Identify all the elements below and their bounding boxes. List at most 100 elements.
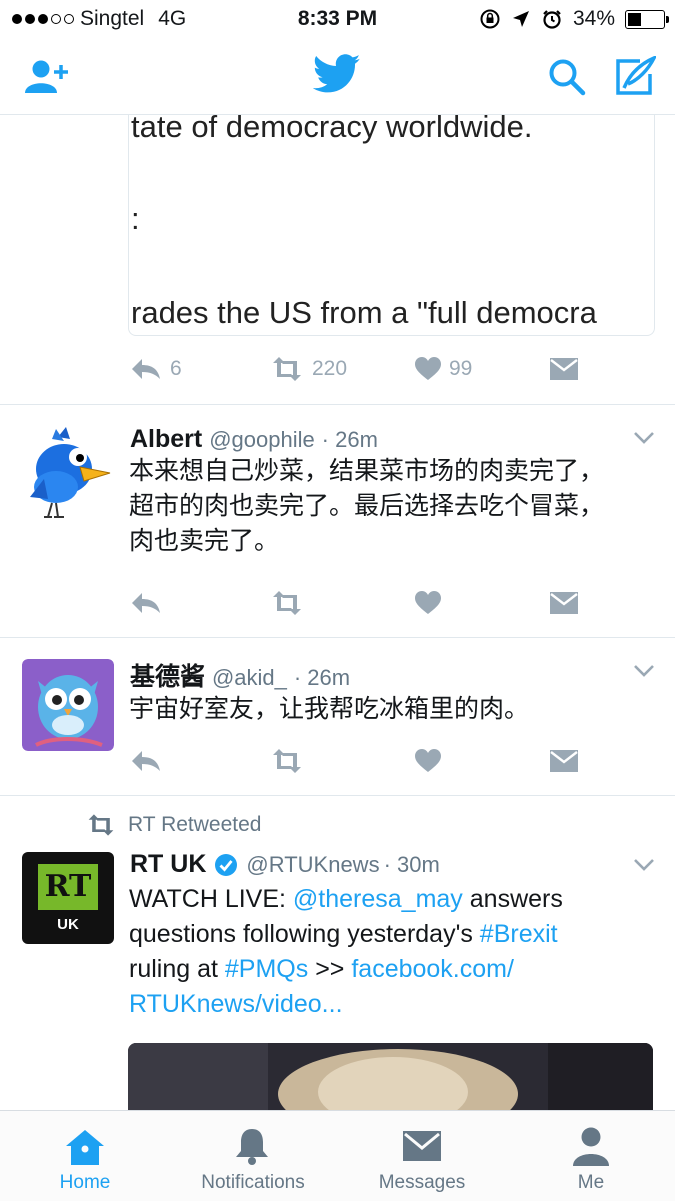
- tab-home[interactable]: Home: [0, 1111, 170, 1201]
- embedded-text-line: rades the US from a "full democra: [131, 295, 597, 330]
- reply-icon: [132, 593, 160, 613]
- retweet-icon: [273, 357, 301, 381]
- tab-label: Me: [577, 1172, 605, 1193]
- battery-percent: 34%: [572, 7, 615, 30]
- author-handle[interactable]: @RTUKnews: [246, 852, 379, 878]
- tab-me[interactable]: Me: [506, 1111, 675, 1201]
- envelope-icon: [550, 358, 578, 380]
- divider: [0, 795, 675, 796]
- like-count: 99: [449, 357, 473, 380]
- tweet-text-line: 超市的肉也卖完了。最后选择去吃个冒菜，: [129, 492, 605, 520]
- author-name[interactable]: Albert: [130, 425, 202, 453]
- tweet-header: 基德酱 @akid_ · 26m: [130, 657, 350, 693]
- tweet-text: 本来想自己炒菜，结果菜市场的肉卖完了， 超市的肉也卖完了。最后选择去吃个冒菜， …: [129, 454, 649, 559]
- chevron-down-icon[interactable]: [633, 431, 655, 445]
- top-nav-bar: [0, 38, 675, 115]
- tab-label: Home: [59, 1172, 111, 1193]
- status-bar: Singtel 4G 8:33 PM 34%: [0, 0, 675, 38]
- tweet-text-span: answers: [462, 885, 563, 913]
- retweet-button[interactable]: 220: [270, 357, 415, 381]
- divider: [0, 404, 675, 405]
- media-image[interactable]: [128, 1043, 653, 1111]
- compose-icon[interactable]: [614, 56, 656, 96]
- tweet-actions: [130, 749, 578, 773]
- status-right: 34%: [479, 7, 669, 31]
- tweet-text-line: 本来想自己炒菜，结果菜市场的肉卖完了，: [129, 457, 605, 485]
- bottom-tab-bar: Home Notifications Messages Me: [0, 1110, 675, 1201]
- embedded-image-card[interactable]: tate of democracy worldwide. : rades the…: [128, 115, 655, 336]
- tweet-time: · 26m: [293, 665, 351, 690]
- rt-logo: RT: [38, 864, 98, 910]
- home-icon: [66, 1130, 104, 1165]
- tweet-header: Albert @goophile · 26m: [130, 425, 378, 454]
- tweet-text: WATCH LIVE: @theresa_may answers questio…: [129, 882, 649, 1022]
- tweet-header: RT UK @RTUKnews · 30m: [130, 850, 440, 879]
- heart-icon: [415, 591, 441, 614]
- like-button[interactable]: [415, 749, 550, 773]
- verified-badge-icon: [215, 853, 238, 876]
- hashtag-link[interactable]: #Brexit: [480, 920, 558, 948]
- retweet-context: RT Retweeted: [86, 813, 261, 837]
- tweet-text-span: >>: [308, 955, 352, 983]
- twitter-bird-icon[interactable]: [313, 54, 361, 94]
- envelope-icon: [403, 1131, 441, 1161]
- avatar[interactable]: [22, 427, 112, 519]
- timeline-feed[interactable]: tate of democracy worldwide. : rades the…: [0, 115, 675, 1111]
- retweet-icon: [88, 814, 114, 836]
- retweet-count: 220: [312, 357, 348, 380]
- envelope-icon: [550, 592, 578, 614]
- retweet-button[interactable]: [270, 591, 415, 615]
- author-name[interactable]: 基德酱: [130, 663, 205, 691]
- tweet-actions: 6 220 99: [130, 357, 578, 381]
- url-link[interactable]: RTUKnews/video...: [129, 990, 343, 1018]
- retweeted-by-label[interactable]: RT Retweeted: [128, 813, 261, 837]
- chevron-down-icon[interactable]: [633, 664, 655, 678]
- tweet-actions: [130, 591, 578, 615]
- alarm-icon: [543, 10, 561, 29]
- direct-message-button[interactable]: [550, 358, 578, 380]
- add-user-icon[interactable]: [24, 58, 70, 94]
- rt-logo-sub: UK: [57, 916, 79, 933]
- retweet-button[interactable]: [270, 749, 415, 773]
- reply-count: 6: [170, 357, 182, 380]
- tweet-time: · 30m: [383, 851, 440, 877]
- avatar[interactable]: [22, 659, 114, 751]
- retweet-icon: [273, 591, 301, 615]
- author-handle[interactable]: @goophile: [209, 427, 315, 452]
- tab-messages[interactable]: Messages: [337, 1111, 507, 1201]
- heart-icon: [415, 749, 441, 772]
- direct-message-button[interactable]: [550, 750, 578, 772]
- author-handle[interactable]: @akid_: [212, 665, 287, 690]
- direct-message-button[interactable]: [550, 592, 578, 614]
- like-button[interactable]: 99: [415, 357, 550, 381]
- tab-label: Notifications: [201, 1172, 305, 1193]
- chevron-down-icon[interactable]: [633, 858, 655, 872]
- author-name[interactable]: RT UK: [130, 850, 206, 879]
- reply-button[interactable]: [130, 749, 270, 773]
- mention-link[interactable]: @theresa_may: [293, 885, 463, 913]
- reply-icon: [132, 751, 160, 771]
- heart-icon: [415, 357, 441, 380]
- embedded-text-line: :: [131, 201, 140, 236]
- envelope-icon: [550, 750, 578, 772]
- tweet-text-span: WATCH LIVE:: [129, 885, 293, 913]
- reply-button[interactable]: 6: [130, 357, 270, 381]
- retweet-icon: [273, 749, 301, 773]
- hashtag-link[interactable]: #PMQs: [225, 955, 308, 983]
- like-button[interactable]: [415, 591, 550, 615]
- location-arrow-icon: [512, 11, 529, 27]
- divider: [0, 637, 675, 638]
- url-link[interactable]: facebook.com/: [351, 955, 514, 983]
- tweet-text-span: questions following yesterday's: [129, 920, 480, 948]
- embedded-text-line: tate of democracy worldwide.: [131, 115, 533, 144]
- search-icon[interactable]: [548, 58, 586, 96]
- reply-icon: [132, 359, 160, 379]
- bell-icon: [236, 1129, 268, 1165]
- tab-notifications[interactable]: Notifications: [168, 1111, 338, 1201]
- reply-button[interactable]: [130, 591, 270, 615]
- avatar[interactable]: RT UK: [22, 852, 114, 944]
- battery-icon: [625, 9, 669, 29]
- tweet-text-line: 肉也卖完了。: [129, 527, 280, 555]
- rotation-lock-icon: [480, 9, 500, 29]
- tweet-text-span: ruling at: [129, 955, 225, 983]
